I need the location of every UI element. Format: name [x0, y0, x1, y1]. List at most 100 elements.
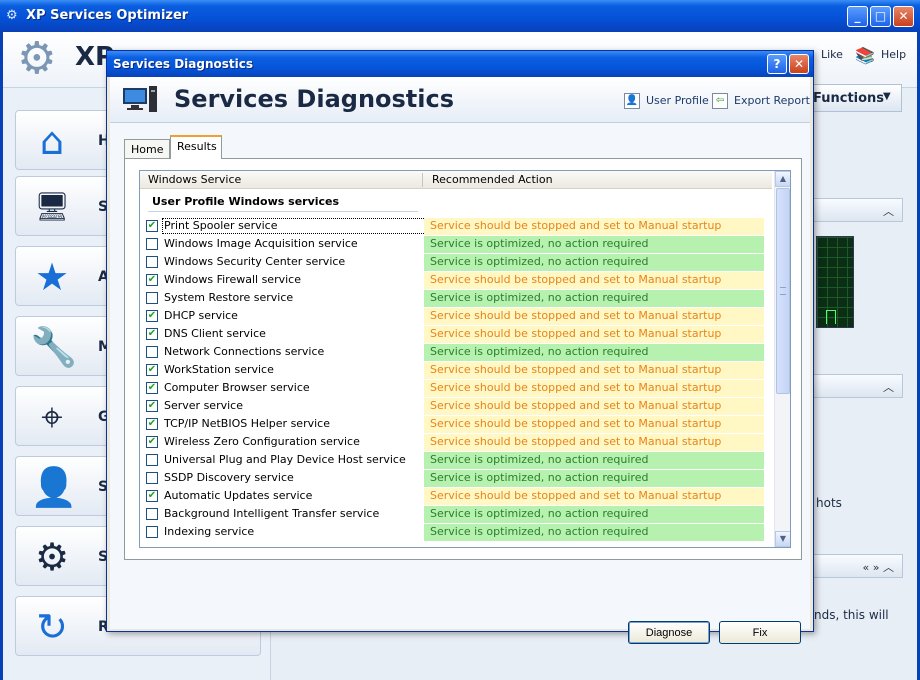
- tab-home[interactable]: Home: [124, 139, 170, 159]
- table-row[interactable]: Windows Security Center service Service i…: [140, 253, 772, 271]
- table-row[interactable]: ✔ Print Spooler service Service should be …: [140, 217, 772, 235]
- minimize-button[interactable]: _: [847, 6, 868, 27]
- table-row[interactable]: SSDP Discovery service Service is optimiz…: [140, 469, 772, 487]
- scroll-up-icon[interactable]: ▲: [775, 171, 790, 187]
- home-icon: ⌂: [39, 119, 65, 163]
- service-name: Windows Firewall service: [164, 273, 301, 286]
- gears-icon: ⚙: [34, 535, 70, 579]
- graph-spike: [826, 310, 836, 324]
- table-row[interactable]: ✔ Server service Service should be stopped…: [140, 397, 772, 415]
- tab-results[interactable]: Results: [170, 135, 222, 159]
- table-row[interactable]: ✔ Wireless Zero Configuration service Serv…: [140, 433, 772, 451]
- column-separator[interactable]: [422, 173, 423, 187]
- functions-label: Functions: [813, 91, 885, 106]
- export-arrow-icon: ⇦: [712, 93, 728, 109]
- table-row[interactable]: ✔ Computer Browser service Service should …: [140, 379, 772, 397]
- collapse-icon[interactable]: ︿: [883, 203, 894, 219]
- main-window-title: XP Services Optimizer: [26, 8, 189, 23]
- export-report-label: Export Report: [734, 94, 810, 107]
- service-checkbox[interactable]: ✔: [146, 364, 158, 376]
- close-button[interactable]: ✕: [893, 6, 914, 27]
- recommended-action: Service should be stopped and set to Man…: [424, 434, 764, 451]
- service-checkbox[interactable]: ✔: [146, 310, 158, 322]
- vertical-scrollbar[interactable]: ▲ ▼: [774, 171, 790, 547]
- collapse-icon[interactable]: ︿: [883, 379, 894, 395]
- column-header-row: Windows Service Recommended Action: [140, 171, 772, 189]
- help-button[interactable]: Help: [881, 48, 906, 61]
- recommended-action: Service is optimized, no action required: [424, 506, 764, 523]
- table-row[interactable]: ✔ DNS Client service Service should be sto…: [140, 325, 772, 343]
- service-checkbox[interactable]: ✔: [146, 220, 158, 232]
- refresh-icon: ↻: [36, 605, 68, 649]
- table-row[interactable]: Indexing service Service is optimized, no…: [140, 523, 772, 541]
- fix-button[interactable]: Fix: [719, 621, 801, 644]
- service-name: WorkStation service: [164, 363, 274, 376]
- service-name: Indexing service: [164, 525, 255, 538]
- recommended-action: Service should be stopped and set to Man…: [424, 326, 764, 343]
- table-row[interactable]: ✔ WorkStation service Service should be st…: [140, 361, 772, 379]
- dialog-header: Services Diagnostics 👤 User Profile ⇦ Expo…: [110, 77, 810, 123]
- recommended-action: Service is optimized, no action required: [424, 344, 764, 361]
- table-row[interactable]: Windows Image Acquisition service Service…: [140, 235, 772, 253]
- service-name: Windows Image Acquisition service: [164, 237, 358, 250]
- column-header-action[interactable]: Recommended Action: [432, 173, 553, 186]
- dialog-help-button[interactable]: ?: [767, 54, 787, 74]
- results-tab-page: Windows Service Recommended Action User …: [124, 158, 802, 560]
- service-name: Background Intelligent Transfer service: [164, 507, 380, 520]
- service-checkbox[interactable]: [146, 454, 158, 466]
- dialog-titlebar: Services Diagnostics ? ✕: [107, 51, 813, 77]
- user-profile-link[interactable]: 👤 User Profile: [624, 93, 709, 109]
- service-name: System Restore service: [164, 291, 294, 304]
- user-profile-icon: 👤: [624, 93, 640, 109]
- table-row[interactable]: ✔ Automatic Updates service Service should…: [140, 487, 772, 505]
- recommended-action: Service is optimized, no action required: [424, 452, 764, 469]
- diagnose-button[interactable]: Diagnose: [628, 621, 710, 644]
- user-profile-label: User Profile: [646, 94, 709, 107]
- service-name: Computer Browser service: [164, 381, 310, 394]
- recommended-action: Service should be stopped and set to Man…: [424, 488, 764, 505]
- recommended-action: Service should be stopped and set to Man…: [424, 362, 764, 379]
- dialog-close-button[interactable]: ✕: [789, 54, 809, 74]
- service-checkbox[interactable]: [146, 346, 158, 358]
- service-checkbox[interactable]: ✔: [146, 418, 158, 430]
- table-row[interactable]: ✔ Windows Firewall service Service should …: [140, 271, 772, 289]
- service-name: Universal Plug and Play Device Host serv…: [164, 453, 406, 466]
- computer-icon: 🖥: [34, 190, 70, 223]
- table-row[interactable]: ✔ DHCP service Service should be stopped a…: [140, 307, 772, 325]
- service-checkbox[interactable]: ✔: [146, 328, 158, 340]
- scroll-thumb[interactable]: [776, 188, 790, 394]
- nav-arrows-icon[interactable]: « » ︿: [863, 559, 894, 575]
- column-header-service[interactable]: Windows Service: [148, 173, 241, 186]
- group-title: User Profile Windows services: [152, 195, 340, 208]
- service-checkbox[interactable]: ✔: [146, 382, 158, 394]
- service-checkbox[interactable]: [146, 238, 158, 250]
- service-checkbox[interactable]: [146, 256, 158, 268]
- group-divider: [148, 211, 418, 212]
- recommended-action: Service is optimized, no action required: [424, 524, 764, 541]
- service-checkbox[interactable]: ✔: [146, 490, 158, 502]
- service-name: DHCP service: [164, 309, 238, 322]
- table-row[interactable]: System Restore service Service is optimiz…: [140, 289, 772, 307]
- services-list: Windows Service Recommended Action User …: [139, 170, 791, 548]
- service-checkbox[interactable]: ✔: [146, 436, 158, 448]
- service-checkbox[interactable]: ✔: [146, 274, 158, 286]
- table-row[interactable]: Background Intelligent Transfer service S…: [140, 505, 772, 523]
- maximize-button[interactable]: □: [870, 6, 891, 27]
- service-checkbox[interactable]: [146, 508, 158, 520]
- scroll-down-icon[interactable]: ▼: [775, 531, 790, 547]
- service-checkbox[interactable]: [146, 292, 158, 304]
- like-button[interactable]: Like: [821, 48, 843, 61]
- service-name: Automatic Updates service: [164, 489, 313, 502]
- export-report-link[interactable]: ⇦ Export Report: [712, 93, 810, 109]
- table-row[interactable]: ✔ TCP/IP NetBIOS Helper service Service sh…: [140, 415, 772, 433]
- service-checkbox[interactable]: [146, 526, 158, 538]
- table-row[interactable]: Universal Plug and Play Device Host serv…: [140, 451, 772, 469]
- services-diagnostics-dialog: Services Diagnostics ? ✕ Services Diagno…: [106, 50, 814, 644]
- dialog-content: Services Diagnostics 👤 User Profile ⇦ Expo…: [110, 77, 810, 644]
- crosshair-icon: ⌖: [41, 395, 63, 439]
- help-book-icon[interactable]: 📚: [855, 46, 875, 65]
- service-checkbox[interactable]: [146, 472, 158, 484]
- service-checkbox[interactable]: ✔: [146, 400, 158, 412]
- table-row[interactable]: Network Connections service Service is op…: [140, 343, 772, 361]
- recommended-action: Service is optimized, no action required: [424, 254, 764, 271]
